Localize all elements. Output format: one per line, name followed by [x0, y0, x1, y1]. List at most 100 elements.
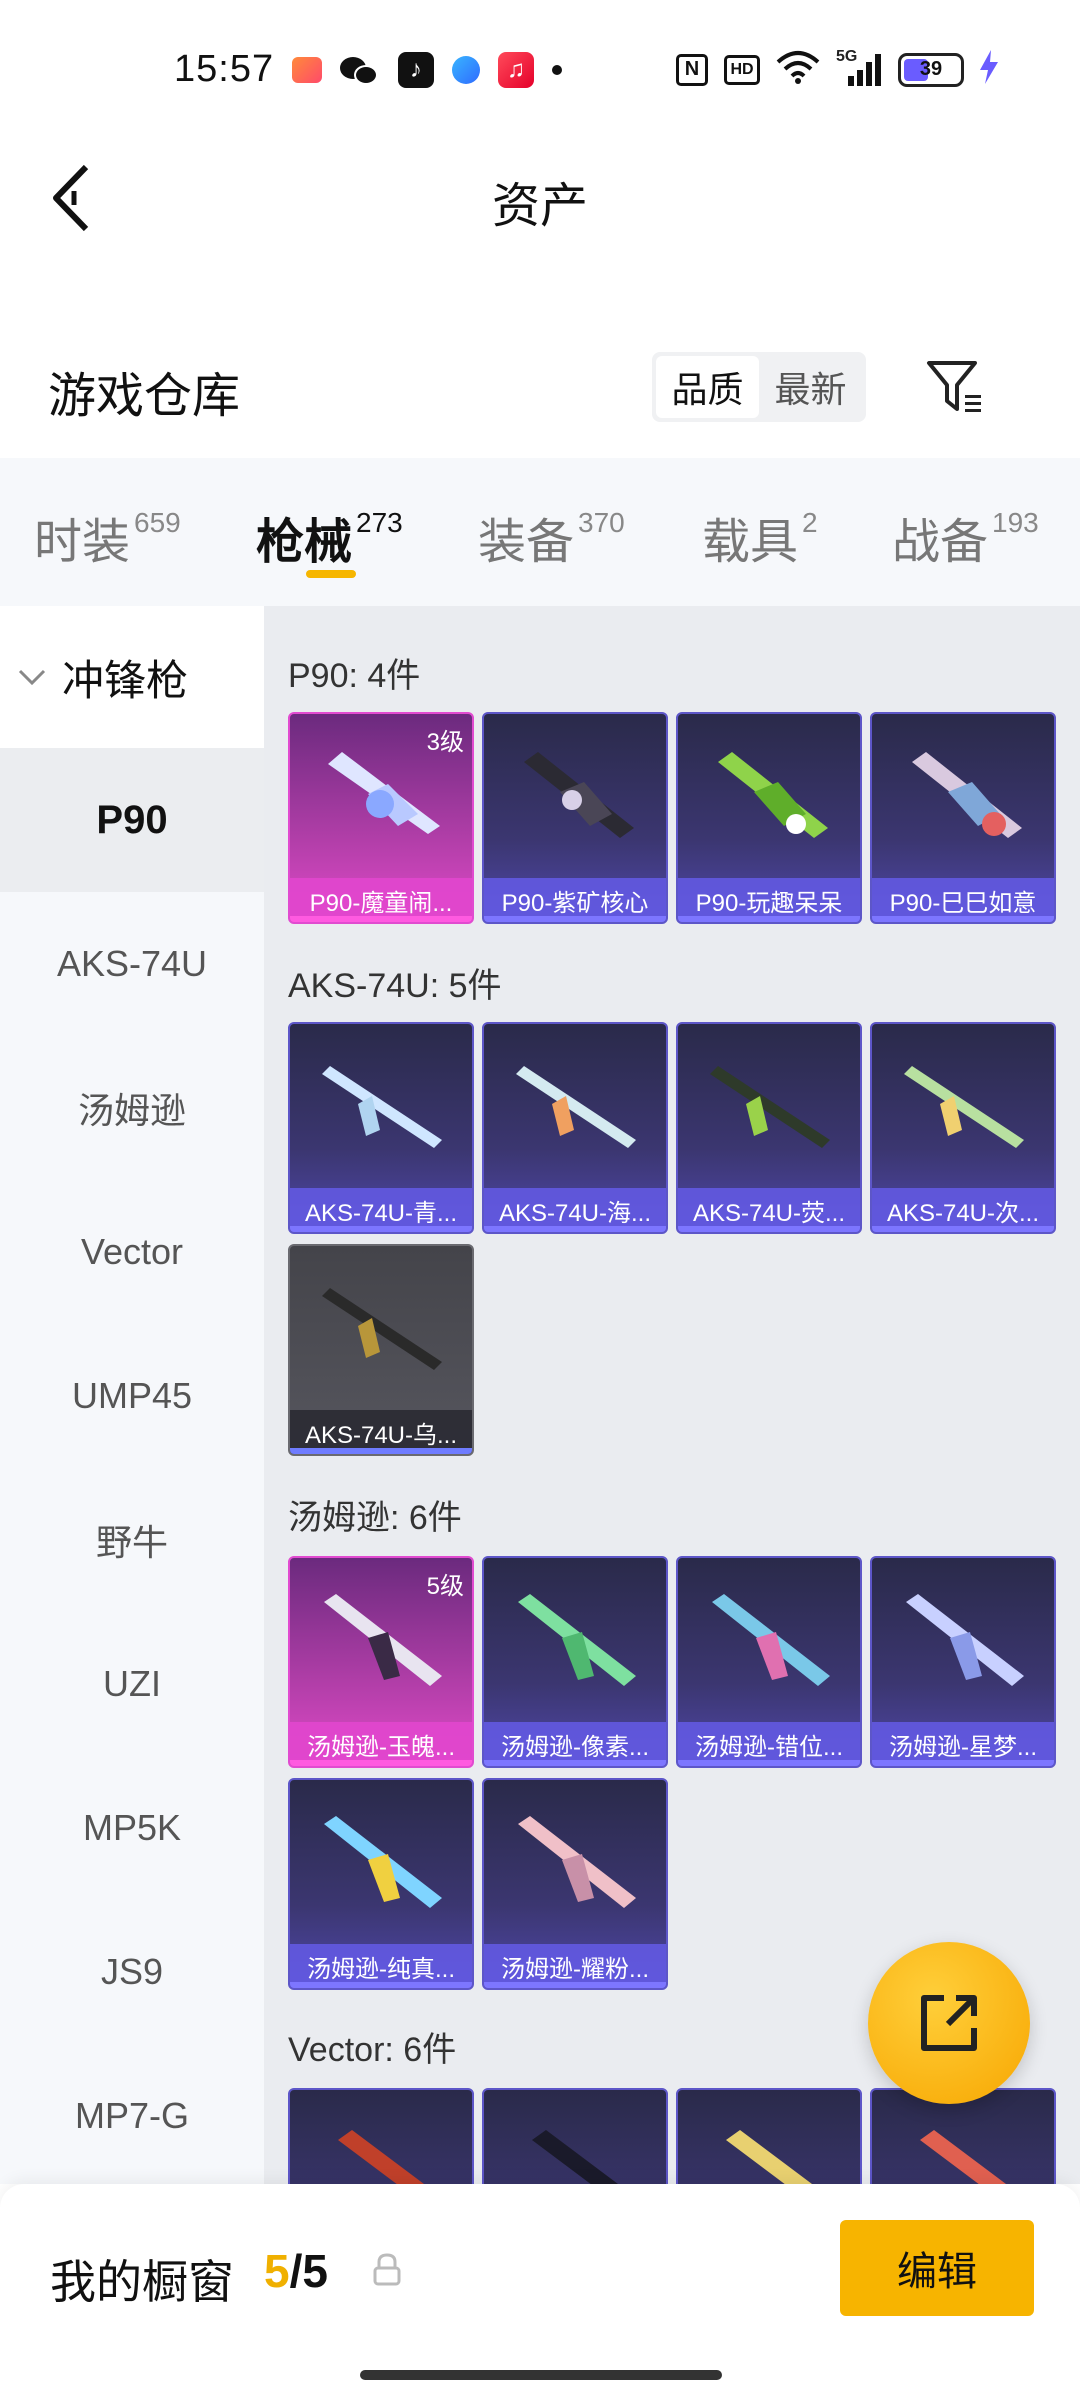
skin-card[interactable]: 3级 P90-魔童闹...: [288, 712, 474, 924]
sidebar-item-thompson[interactable]: 汤姆逊: [0, 1036, 264, 1180]
top-nav: 资产: [0, 140, 1080, 260]
home-indicator[interactable]: [360, 2370, 722, 2380]
tab-vehicles[interactable]: 载具 2: [702, 502, 818, 572]
showcase-total: 5: [302, 2245, 328, 2297]
edit-button[interactable]: 编辑: [840, 2220, 1034, 2316]
vector-skin-image: [726, 2130, 812, 2184]
skin-card[interactable]: P90-巳巳如意: [870, 712, 1056, 924]
showcase-count: 5/5: [264, 2244, 328, 2298]
sidebar-item-js9[interactable]: JS9: [0, 1900, 264, 2044]
tab-fashion[interactable]: 时装 659: [34, 502, 181, 572]
tab-label: 枪械: [256, 516, 353, 569]
browser-icon: [452, 56, 480, 84]
skin-level: 3级: [426, 729, 464, 756]
tab-label: 战备: [892, 516, 989, 569]
thompson-skin-image: [518, 1594, 636, 1686]
skin-card[interactable]: P90-玩趣呆呆: [676, 712, 862, 924]
nfc-label: N: [684, 58, 700, 80]
sidebar-item-vector[interactable]: Vector: [0, 1180, 264, 1324]
music-app-icon: ♫: [498, 52, 534, 88]
group-label-aks74u: AKS-74U: 5件: [288, 967, 502, 1005]
tab-firearms[interactable]: 枪械 273: [256, 502, 403, 572]
skin-card[interactable]: 汤姆逊-星梦...: [870, 1556, 1056, 1768]
thompson-skin-image: [712, 1594, 830, 1686]
sidebar-group-label: 冲锋枪: [62, 656, 189, 704]
sidebar-item-mp7g[interactable]: MP7-G: [0, 2044, 264, 2184]
category-tabs: 时装 659 枪械 273 装备 370 载具 2 战备 193: [0, 458, 1080, 606]
tab-label: 装备: [478, 516, 575, 569]
filter-icon: [927, 361, 981, 412]
warehouse-title: 游戏仓库: [48, 370, 241, 423]
sidebar-item-ump45[interactable]: UMP45: [0, 1324, 264, 1468]
hd-label: HD: [730, 60, 754, 78]
tab-label: 载具: [702, 516, 799, 569]
showcase-current: 5: [264, 2245, 290, 2297]
tab-count: 659: [134, 507, 181, 538]
tab-count: 2: [802, 507, 818, 538]
tab-supplies[interactable]: 战备 193: [892, 502, 1039, 572]
skin-card[interactable]: [288, 2088, 474, 2184]
hd-icon: HD: [724, 54, 760, 85]
skin-level: 5级: [426, 1573, 464, 1600]
aks74u-skin-image: [322, 1066, 442, 1148]
skin-card[interactable]: 汤姆逊-像素...: [482, 1556, 668, 1768]
tab-count: 193: [992, 507, 1039, 538]
skin-card[interactable]: 汤姆逊-耀粉...: [482, 1778, 668, 1990]
page-title: 资产: [491, 180, 588, 233]
wechat-icon: [340, 53, 380, 87]
aks74u-skin-image: [710, 1066, 830, 1148]
showcase-separator: /: [289, 2245, 303, 2297]
charging-icon: [980, 50, 998, 89]
aks74u-skin-image: [904, 1066, 1024, 1148]
status-time: 15:57: [174, 48, 275, 90]
tab-count: 370: [578, 507, 625, 538]
skin-card[interactable]: [482, 2088, 668, 2184]
share-button[interactable]: [868, 1942, 1030, 2104]
more-dot-icon: [552, 65, 562, 75]
group-label-thompson: 汤姆逊: 6件: [288, 1499, 462, 1537]
wifi-icon: [776, 50, 820, 89]
skin-card[interactable]: 5级 汤姆逊-玉魄...: [288, 1556, 474, 1768]
skin-card[interactable]: AKS-74U-次...: [870, 1022, 1056, 1234]
p90-skin-image: [912, 752, 1022, 838]
sort-toggle: 品质 最新: [652, 352, 866, 422]
vector-skin-image: [920, 2130, 1006, 2184]
sidebar-item-mp5k[interactable]: MP5K: [0, 1756, 264, 1900]
weapon-type-sidebar: 冲锋枪 P90 AKS-74U 汤姆逊 Vector UMP45 野牛 UZI …: [0, 606, 264, 2184]
aks74u-skin-image: [322, 1288, 442, 1370]
notification-icons: ♪ ♫: [292, 52, 562, 88]
skin-card[interactable]: P90-紫矿核心: [482, 712, 668, 924]
skin-card[interactable]: 汤姆逊-纯真...: [288, 1778, 474, 1990]
skin-card[interactable]: 汤姆逊-错位...: [676, 1556, 862, 1768]
filter-button[interactable]: [920, 352, 990, 422]
skin-card[interactable]: AKS-74U-海...: [482, 1022, 668, 1234]
chevron-down-icon: [18, 660, 52, 694]
aks74u-skin-image: [516, 1066, 636, 1148]
skin-card[interactable]: AKS-74U-乌...: [288, 1244, 474, 1456]
group-label-vector: Vector: 6件: [288, 2031, 457, 2069]
tab-equipment[interactable]: 装备 370: [478, 502, 625, 572]
sort-by-newest[interactable]: 最新: [759, 356, 862, 418]
sort-by-quality[interactable]: 品质: [656, 356, 759, 418]
share-icon: [921, 1995, 977, 2051]
signal-icon: 5G: [836, 48, 882, 88]
group-label-p90: P90: 4件: [288, 657, 421, 695]
battery-icon: 39: [898, 52, 964, 87]
skin-card[interactable]: AKS-74U-青...: [288, 1022, 474, 1234]
sidebar-item-aks74u[interactable]: AKS-74U: [0, 892, 264, 1036]
battery-level: 39: [919, 58, 943, 80]
showcase-bar: 我的橱窗 5/5 编辑: [0, 2184, 1080, 2400]
sidebar-item-p90[interactable]: P90: [0, 748, 264, 892]
sidebar-item-uzi[interactable]: UZI: [0, 1612, 264, 1756]
skin-card[interactable]: AKS-74U-荧...: [676, 1022, 862, 1234]
system-icons: N HD 5G 39: [676, 48, 998, 89]
vector-skin-image: [532, 2130, 618, 2184]
p90-skin-image: [524, 752, 634, 838]
thompson-skin-image: [324, 1816, 442, 1908]
active-tab-indicator: [306, 570, 356, 578]
skin-card[interactable]: [676, 2088, 862, 2184]
sidebar-item-bizon[interactable]: 野牛: [0, 1468, 264, 1612]
p90-skin-image: [718, 752, 828, 838]
sidebar-group-smg[interactable]: 冲锋枪: [0, 606, 264, 748]
status-bar: 15:57 ♪ ♫ N HD 5G 39: [0, 0, 1080, 140]
